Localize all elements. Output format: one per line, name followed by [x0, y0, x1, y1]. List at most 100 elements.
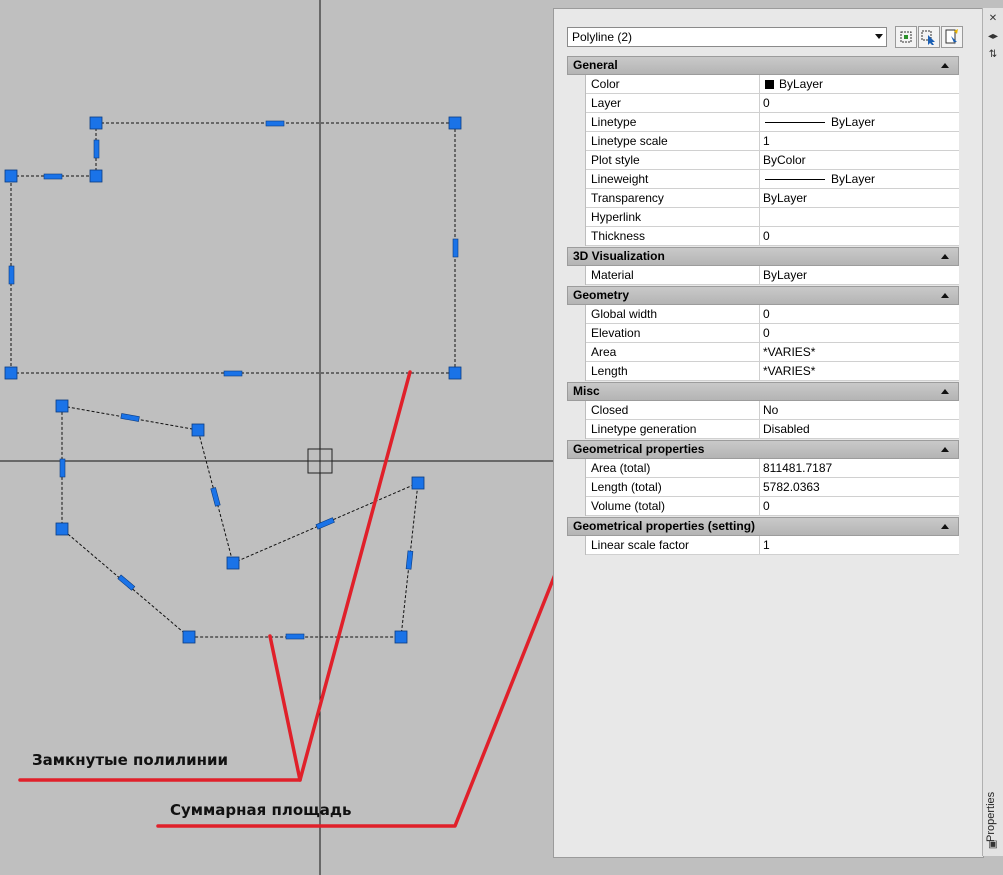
property-value-text: 1 — [763, 538, 770, 552]
property-value[interactable]: 1 — [761, 536, 959, 554]
property-row-linetype-scale[interactable]: Linetype scale 1 — [567, 132, 959, 151]
property-row-closed[interactable]: Closed No — [567, 401, 959, 420]
collapse-icon[interactable] — [941, 447, 949, 452]
property-value[interactable]: 1 — [761, 132, 959, 150]
property-value[interactable]: No — [761, 401, 959, 419]
row-gutter — [567, 94, 586, 113]
collapse-icon[interactable] — [941, 389, 949, 394]
close-icon[interactable]: ✕ — [986, 12, 1000, 26]
quick-select-button[interactable] — [941, 26, 963, 48]
category-misc[interactable]: Misc — [567, 382, 959, 401]
category-title: Misc — [573, 384, 600, 398]
category-geometrical-properties-setting[interactable]: Geometrical properties (setting) — [567, 517, 959, 536]
color-swatch-icon — [765, 80, 774, 89]
property-value-text: ByLayer — [763, 268, 808, 282]
property-name: Area — [586, 343, 760, 361]
property-value[interactable]: *VARIES* — [761, 362, 959, 380]
property-row-plot-style[interactable]: Plot style ByColor — [567, 151, 959, 170]
property-row-length-total[interactable]: Length (total) 5782.0363 — [567, 478, 959, 497]
chevron-down-icon[interactable] — [875, 34, 883, 39]
category-title: Geometrical properties — [573, 442, 705, 456]
palette-title-strip: ✕ ◂▸ ⇅ Properties ▣ — [982, 8, 1003, 856]
property-row-area[interactable]: Area *VARIES* — [567, 343, 959, 362]
row-gutter — [567, 420, 586, 439]
property-value-text: ByLayer — [831, 172, 876, 186]
property-grid: General Color ByLayer Layer 0 Linetype ByLayer… — [567, 55, 959, 555]
category-3d-visualization[interactable]: 3D Visualization — [567, 247, 959, 266]
properties-palette: Polyline (2) General Color ByLayer Layer 0 Li… — [553, 8, 984, 858]
auto-hide-icon[interactable]: ◂▸ — [986, 30, 1000, 44]
collapse-icon[interactable] — [941, 254, 949, 259]
property-name: Area (total) — [586, 459, 760, 477]
property-row-area-total[interactable]: Area (total) 811481.7187 — [567, 459, 959, 478]
palette-menu-icon[interactable]: ▣ — [986, 838, 1000, 852]
property-name: Global width — [586, 305, 760, 323]
property-value[interactable]: Disabled — [761, 420, 959, 438]
pickadd-icon — [900, 31, 912, 43]
toggle-pickadd-button[interactable] — [895, 26, 917, 48]
select-objects-button[interactable] — [918, 26, 940, 48]
property-value[interactable]: 5782.0363 — [761, 478, 959, 496]
property-value-text: 5782.0363 — [763, 480, 820, 494]
property-name: Hyperlink — [586, 208, 760, 226]
property-name: Volume (total) — [586, 497, 760, 515]
property-value-text: 0 — [763, 307, 770, 321]
category-geometrical-properties[interactable]: Geometrical properties — [567, 440, 959, 459]
property-value[interactable]: 0 — [761, 227, 959, 245]
property-name: Closed — [586, 401, 760, 419]
property-row-thickness[interactable]: Thickness 0 — [567, 227, 959, 246]
collapse-icon[interactable] — [941, 524, 949, 529]
property-row-layer[interactable]: Layer 0 — [567, 94, 959, 113]
property-row-transparency[interactable]: Transparency ByLayer — [567, 189, 959, 208]
property-row-linetype-generation[interactable]: Linetype generation Disabled — [567, 420, 959, 439]
property-value-text: ByColor — [763, 153, 806, 167]
property-row-length[interactable]: Length *VARIES* — [567, 362, 959, 381]
property-name: Length — [586, 362, 760, 380]
property-row-hyperlink[interactable]: Hyperlink — [567, 208, 959, 227]
property-row-lineweight[interactable]: Lineweight ByLayer — [567, 170, 959, 189]
property-row-color[interactable]: Color ByLayer — [567, 75, 959, 94]
property-name: Plot style — [586, 151, 760, 169]
property-value[interactable]: ByLayer — [761, 266, 959, 284]
property-name: Linetype scale — [586, 132, 760, 150]
palette-properties-icon[interactable]: ⇅ — [986, 48, 1000, 62]
property-row-linear-scale-factor[interactable]: Linear scale factor 1 — [567, 536, 959, 555]
property-value[interactable]: 811481.7187 — [761, 459, 959, 477]
category-general[interactable]: General — [567, 56, 959, 75]
row-gutter — [567, 362, 586, 381]
category-title: Geometry — [573, 288, 630, 302]
row-gutter — [567, 478, 586, 497]
property-value[interactable]: ByLayer — [761, 113, 959, 131]
collapse-icon[interactable] — [941, 63, 949, 68]
property-value[interactable]: 0 — [761, 497, 959, 515]
property-row-elevation[interactable]: Elevation 0 — [567, 324, 959, 343]
property-row-volume-total[interactable]: Volume (total) 0 — [567, 497, 959, 516]
property-name: Layer — [586, 94, 760, 112]
property-row-global-width[interactable]: Global width 0 — [567, 305, 959, 324]
category-title: 3D Visualization — [573, 249, 665, 263]
row-gutter — [567, 75, 586, 94]
property-value-text: ByLayer — [831, 115, 876, 129]
property-value[interactable]: ByLayer — [761, 170, 959, 188]
property-value[interactable]: ByLayer — [761, 189, 959, 207]
property-value-text: *VARIES* — [763, 345, 816, 359]
row-gutter — [567, 305, 586, 324]
property-name: Transparency — [586, 189, 760, 207]
row-gutter — [567, 266, 586, 285]
property-value-text: 0 — [763, 499, 770, 513]
property-value[interactable]: 0 — [761, 305, 959, 323]
row-gutter — [567, 536, 586, 555]
property-value[interactable]: ByColor — [761, 151, 959, 169]
property-value[interactable]: 0 — [761, 94, 959, 112]
category-geometry[interactable]: Geometry — [567, 286, 959, 305]
property-row-material[interactable]: Material ByLayer — [567, 266, 959, 285]
row-gutter — [567, 113, 586, 132]
property-value[interactable]: ByLayer — [761, 75, 959, 93]
property-row-linetype[interactable]: Linetype ByLayer — [567, 113, 959, 132]
collapse-icon[interactable] — [941, 293, 949, 298]
property-value[interactable]: *VARIES* — [761, 343, 959, 361]
property-value-text: No — [763, 403, 779, 417]
property-value[interactable] — [761, 208, 959, 226]
property-value[interactable]: 0 — [761, 324, 959, 342]
object-type-select[interactable]: Polyline (2) — [567, 27, 887, 47]
